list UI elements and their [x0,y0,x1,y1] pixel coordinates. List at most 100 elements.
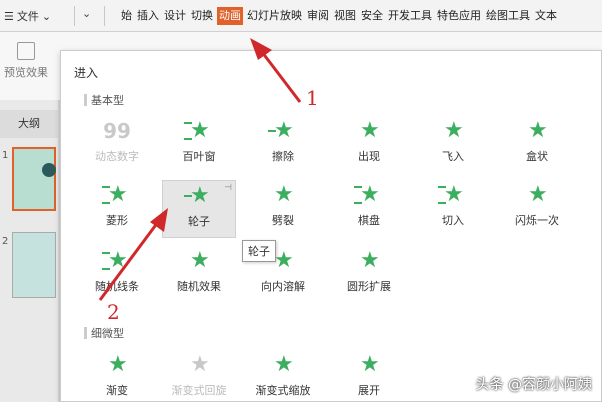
star-icon: ★ [528,118,548,143]
effect-random-lines[interactable]: ★ 随机线条 [80,248,154,294]
effect-label: 渐变式缩放 [255,384,311,397]
effect-label: 随机效果 [177,280,221,293]
effect-label: 向内溶解 [261,280,305,293]
tab-special[interactable]: 特色应用 [436,7,482,25]
effect-fly-in[interactable]: ★ 飞入 [416,118,490,164]
effect-fade-zoom[interactable]: ★ 渐变式缩放 [246,352,320,398]
effect-fade[interactable]: ★ 渐变 [80,352,154,398]
slide-thumbnail-1[interactable] [12,147,56,211]
effect-label: 切入 [442,214,464,227]
divider [74,6,75,26]
tab-security[interactable]: 安全 [360,7,384,25]
tab-developer[interactable]: 开发工具 [387,7,433,25]
watermark: 头条 @容颜小阿姨 [475,377,592,393]
avatar [42,163,56,177]
effect-label: 棋盘 [358,214,380,227]
effect-label: 擦除 [272,150,294,163]
effect-label: 渐变式回旋 [171,384,227,397]
effect-diamond[interactable]: ★ 菱形 [80,182,154,228]
digits-icon: 99 [103,119,131,143]
divider [104,6,105,26]
star-icon: ★ [190,248,210,273]
section-label: 基本型 [91,94,124,107]
section-bar [84,94,87,106]
section-label: 细微型 [91,327,124,340]
outline-tab[interactable]: 大纲 [0,110,58,138]
tab-start[interactable]: 始 [120,7,133,25]
menubar: ☰ 文件 ⌄ ⌄ 始 插入 设计 切换 动画 幻灯片放映 审阅 视图 安全 开发… [0,0,602,32]
effect-label: 飞入 [442,150,464,163]
star-icon: ★ [102,248,132,274]
preview-effect-button[interactable]: 预览效果 [0,42,52,96]
effect-flash-once[interactable]: ★ 闪烁一次 [500,182,574,228]
effect-blinds[interactable]: ★ 百叶窗 [162,118,236,164]
tab-transition[interactable]: 切换 [190,7,214,25]
effect-peek-in[interactable]: ★ 切入 [416,182,490,228]
more-chevron-icon[interactable]: ⌄ [82,7,91,20]
tab-design[interactable]: 设计 [163,7,187,25]
section-title: 细微型 [84,325,124,341]
star-icon: ★ [360,352,380,377]
star-icon: ★ [184,118,214,144]
star-icon: ★ [102,182,132,208]
star-icon: ★ [438,182,468,208]
tab-drawing-tools[interactable]: 绘图工具 [485,7,531,25]
effect-circle-expand[interactable]: ★ 圆形扩展 [332,248,406,294]
effect-expand[interactable]: ★ 展开 [332,352,406,398]
effect-box[interactable]: ★ 盒状 [500,118,574,164]
star-icon: ★ [190,352,210,377]
effect-label: 圆形扩展 [347,280,391,293]
effect-label: 渐变 [106,384,128,397]
effect-checkerboard[interactable]: ★ 棋盘 [332,182,406,228]
star-icon: ★ [444,118,464,143]
effect-random[interactable]: ★ 随机效果 [162,248,236,294]
star-icon: ★ [528,182,548,207]
slide-number: 2 [2,236,9,247]
star-icon: ★ [360,248,380,273]
file-menu-label: 文件 [16,10,39,23]
chevron-down-icon: ⌄ [41,9,52,23]
effect-label: 菱形 [106,214,128,227]
tab-review[interactable]: 审阅 [306,7,330,25]
preview-label: 预览效果 [4,66,48,79]
star-icon: ★ [354,182,384,208]
star-icon: ★ [360,118,380,143]
star-icon: ★ [268,118,298,144]
star-icon: ★ [108,352,128,377]
effect-wheel[interactable]: ⊣ ★ 轮子 [162,180,236,238]
effect-dynamic-number[interactable]: 99 动态数字 [80,118,154,164]
tab-insert[interactable]: 插入 [136,7,160,25]
star-icon: ★ [274,182,294,207]
tab-slideshow[interactable]: 幻灯片放映 [246,7,303,25]
pin-icon[interactable]: ⊣ [224,183,232,193]
effect-label: 出现 [358,150,380,163]
effect-wipe[interactable]: ★ 擦除 [246,118,320,164]
tooltip: 轮子 [242,240,276,262]
section-bar [84,327,87,339]
menu-icon: ☰ [4,9,14,23]
preview-icon [17,42,35,60]
tab-view[interactable]: 视图 [333,7,357,25]
tab-animation[interactable]: 动画 [217,7,243,25]
effect-label: 轮子 [188,215,210,228]
effect-split[interactable]: ★ 劈裂 [246,182,320,228]
slide-thumbnail-2[interactable] [12,232,56,298]
effect-appear[interactable]: ★ 出现 [332,118,406,164]
ribbon-tabs: 始 插入 设计 切换 动画 幻灯片放映 审阅 视图 安全 开发工具 特色应用 绘… [120,7,561,25]
effect-label: 劈裂 [272,214,294,227]
gallery-header: 进入 [74,66,99,80]
effect-label: 闪烁一次 [515,214,559,227]
effect-label: 展开 [358,384,380,397]
star-icon: ★ [184,183,214,209]
file-menu-button[interactable]: ☰ 文件 ⌄ [0,6,51,26]
effect-fade-swivel[interactable]: ★ 渐变式回旋 [162,352,236,398]
effect-label: 随机线条 [95,280,139,293]
section-title: 基本型 [84,92,124,108]
annotation-label-1: 1 [306,86,319,110]
annotation-label-2: 2 [107,300,120,324]
star-icon: ★ [274,352,294,377]
tab-text[interactable]: 文本 [534,7,558,25]
effect-label: 盒状 [526,150,548,163]
slide-number: 1 [2,150,9,161]
effect-label: 百叶窗 [182,150,216,163]
